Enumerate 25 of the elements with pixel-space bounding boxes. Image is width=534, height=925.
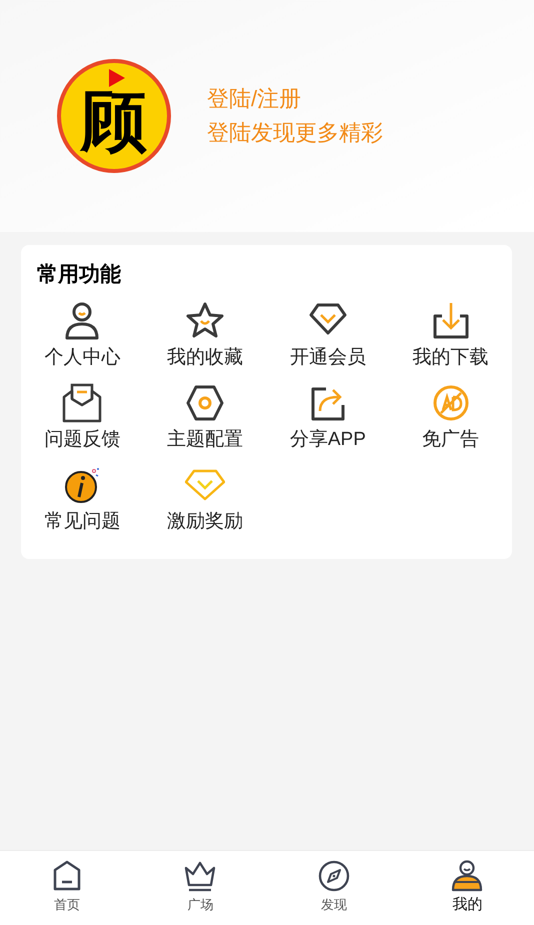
section-title: 常用功能 xyxy=(36,262,122,288)
nav-tab[interactable]: 首页 xyxy=(0,851,134,925)
function-label[interactable]: 主题配置 xyxy=(167,427,244,453)
login-subtitle: 登陆发现更多精彩 xyxy=(207,119,383,147)
person-icon xyxy=(451,860,484,892)
function-label[interactable]: 我的收藏 xyxy=(167,345,244,371)
nav-tab[interactable]: 发现 xyxy=(267,851,400,925)
function-label[interactable]: 开通会员 xyxy=(290,345,366,371)
logo-text: 顾 xyxy=(81,88,147,154)
app-logo[interactable]: 顾 xyxy=(57,59,171,173)
function-label[interactable]: 问题反馈 xyxy=(44,427,120,453)
function-label[interactable]: 免广告 xyxy=(422,427,480,453)
play-icon xyxy=(109,69,125,87)
nav-tab[interactable]: 我的 xyxy=(400,851,534,925)
nav-tab[interactable]: 广场 xyxy=(134,851,267,925)
function-label[interactable]: 激励奖励 xyxy=(167,509,244,535)
compass-icon xyxy=(318,860,350,892)
hexagon-icon[interactable] xyxy=(185,383,226,423)
function-label[interactable]: 分享APP xyxy=(290,427,366,453)
function-label[interactable]: 我的下载 xyxy=(412,345,489,371)
envelope-icon[interactable] xyxy=(62,383,102,423)
crown-icon xyxy=(184,860,216,892)
function-label[interactable]: 常见问题 xyxy=(44,509,120,535)
function-label[interactable]: 个人中心 xyxy=(44,345,120,371)
download-icon[interactable] xyxy=(430,301,471,341)
